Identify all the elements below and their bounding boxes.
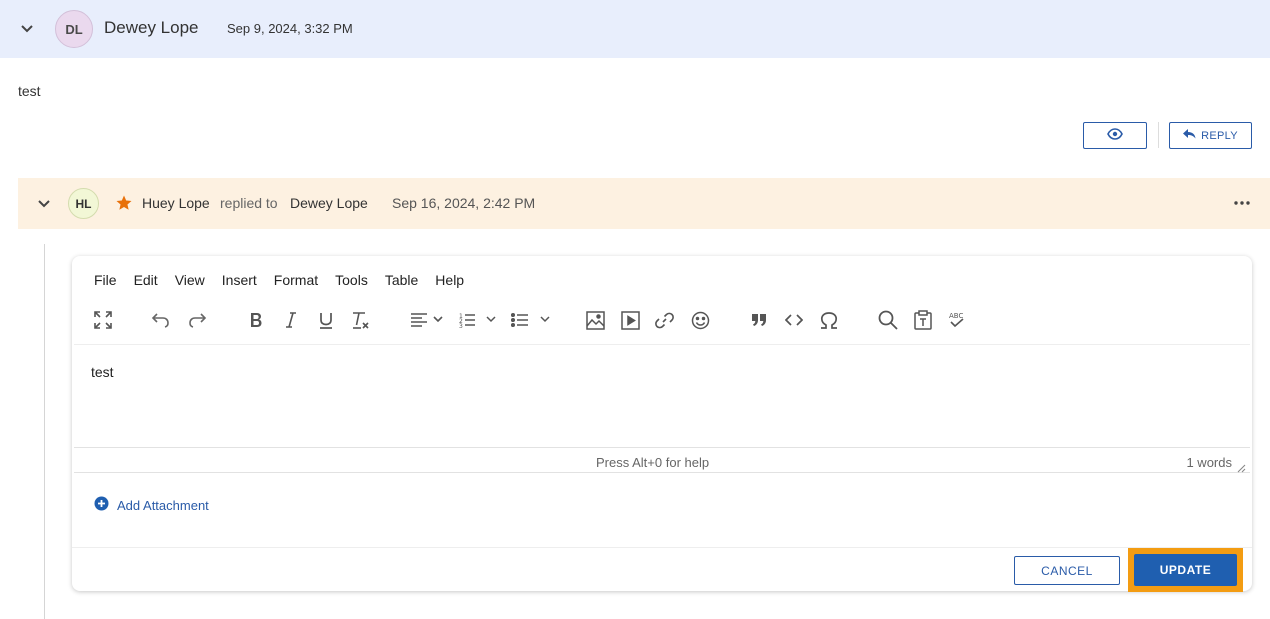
add-attachment-label: Add Attachment (117, 497, 209, 513)
svg-text:3: 3 (459, 323, 463, 328)
avatar: DL (55, 10, 93, 48)
replied-to-text: replied to (220, 195, 278, 211)
editor-menubar: File Edit View Insert Format Tools Table… (94, 272, 481, 288)
insert-image-icon[interactable] (584, 308, 606, 332)
cancel-button[interactable]: CANCEL (1014, 556, 1120, 585)
svg-text:ABC: ABC (949, 312, 963, 320)
editor-footer: CANCEL UPDATE (72, 547, 1252, 592)
menu-file[interactable]: File (94, 272, 117, 288)
thread-line (44, 244, 45, 619)
menu-table[interactable]: Table (385, 272, 418, 288)
underline-icon[interactable] (316, 308, 336, 332)
reply-header: HL Huey Lope replied to Dewey Lope Sep 1… (18, 178, 1270, 229)
menu-view[interactable]: View (175, 272, 205, 288)
reply-target-name: Dewey Lope (290, 195, 368, 211)
help-hint: Press Alt+0 for help (596, 455, 710, 470)
comment-timestamp: Sep 9, 2024, 3:32 PM (227, 21, 353, 36)
divider (1158, 122, 1159, 148)
editor-content-area[interactable]: test (74, 344, 1250, 448)
collapse-chevron-icon[interactable] (36, 196, 52, 212)
collapse-chevron-icon[interactable] (19, 21, 35, 37)
reply-author-name: Huey Lope (142, 195, 210, 211)
view-button[interactable] (1083, 122, 1147, 149)
spellcheck-icon[interactable]: ABC (946, 308, 968, 332)
redo-icon[interactable] (186, 308, 208, 332)
eye-icon (1107, 128, 1123, 143)
menu-help[interactable]: Help (435, 272, 464, 288)
undo-icon[interactable] (150, 308, 172, 332)
special-character-icon[interactable] (818, 308, 840, 332)
align-dropdown-icon[interactable] (409, 308, 445, 332)
plus-circle-icon (94, 496, 109, 514)
fullscreen-icon[interactable] (92, 308, 114, 332)
menu-tools[interactable]: Tools (335, 272, 368, 288)
reply-button[interactable]: REPLY (1169, 122, 1252, 149)
menu-format[interactable]: Format (274, 272, 318, 288)
code-icon[interactable] (783, 308, 805, 332)
author-name: Dewey Lope (104, 18, 199, 37)
editor-statusbar: Press Alt+0 for help 1 words (74, 447, 1250, 473)
insert-link-icon[interactable] (653, 308, 675, 332)
avatar: HL (68, 188, 99, 219)
resize-handle-icon[interactable] (1237, 460, 1246, 478)
update-button-highlight: UPDATE (1128, 548, 1243, 592)
edit-reply-card: File Edit View Insert Format Tools Table… (72, 256, 1252, 592)
editor-text[interactable]: test (91, 364, 114, 380)
insert-video-icon[interactable] (619, 308, 641, 332)
add-attachment-button[interactable]: Add Attachment (94, 496, 209, 514)
star-icon (115, 194, 133, 217)
emoji-icon[interactable] (689, 308, 711, 332)
bold-icon[interactable] (246, 308, 266, 332)
reply-arrow-icon (1183, 129, 1196, 142)
numbered-list-icon[interactable]: 123 (458, 308, 500, 332)
comment-body: test (18, 83, 41, 99)
reply-label: REPLY (1201, 129, 1238, 142)
search-icon[interactable] (877, 308, 899, 332)
comment-header: DL Dewey Lope Sep 9, 2024, 3:32 PM (0, 0, 1270, 58)
clear-formatting-icon[interactable] (350, 308, 372, 332)
more-options-icon[interactable] (1232, 194, 1252, 212)
menu-insert[interactable]: Insert (222, 272, 257, 288)
paste-text-icon[interactable] (912, 308, 934, 332)
word-count: 1 words (1186, 455, 1232, 470)
editor-toolbar: 123 ABC (72, 304, 1252, 340)
menu-edit[interactable]: Edit (134, 272, 158, 288)
italic-icon[interactable] (281, 308, 301, 332)
reply-timestamp: Sep 16, 2024, 2:42 PM (392, 195, 536, 211)
bullet-list-icon[interactable] (510, 308, 552, 332)
update-button[interactable]: UPDATE (1134, 554, 1237, 586)
blockquote-icon[interactable] (748, 308, 770, 332)
